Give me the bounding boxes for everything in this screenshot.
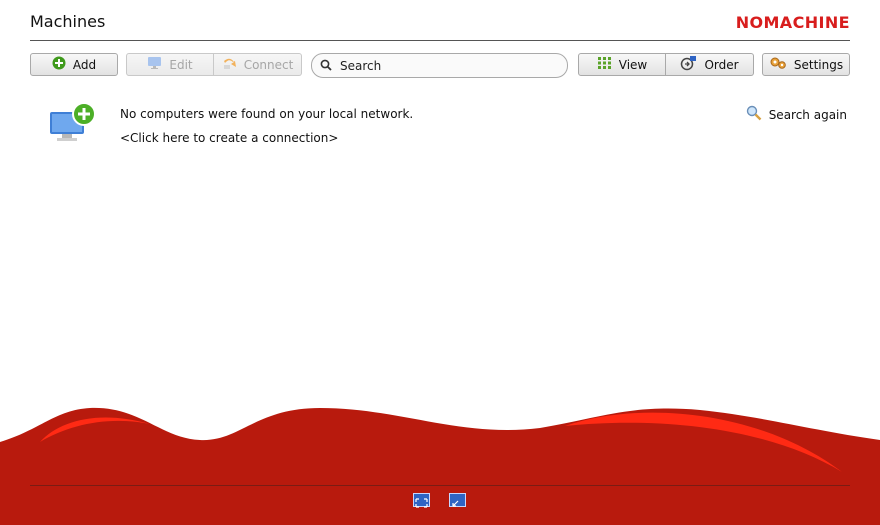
add-label: Add	[72, 57, 97, 72]
order-icon	[680, 55, 697, 74]
footer-wave	[0, 407, 880, 525]
toolbar: Add Edit Connect Search View Order Setti…	[0, 53, 880, 78]
order-button[interactable]: Order	[666, 53, 754, 76]
connect-arrow-icon	[222, 56, 237, 73]
add-button[interactable]: Add	[30, 53, 118, 76]
gears-icon	[769, 56, 787, 73]
magnifier-icon	[746, 105, 762, 124]
search-again-button[interactable]: Search again	[746, 105, 847, 124]
computer-add-icon[interactable]	[48, 102, 98, 148]
search-box[interactable]	[311, 53, 568, 78]
search-icon	[320, 56, 332, 75]
empty-message: No computers were found on your local ne…	[120, 107, 414, 121]
footer-divider	[30, 485, 850, 486]
settings-button[interactable]: Settings	[762, 53, 850, 76]
search-input[interactable]	[340, 58, 540, 73]
page-title: Machines	[30, 12, 106, 31]
restore-icon[interactable]	[449, 493, 466, 507]
connect-label: Connect	[243, 57, 294, 72]
settings-label: Settings	[793, 57, 844, 72]
view-button[interactable]: View	[578, 53, 666, 76]
search-again-label: Search again	[768, 107, 847, 122]
fullscreen-icon[interactable]	[413, 493, 430, 508]
header: Machines NOMACHINE	[30, 0, 850, 41]
view-label: View	[618, 57, 648, 72]
order-label: Order	[704, 57, 739, 72]
grid-icon	[597, 56, 612, 73]
plus-circle-icon	[52, 56, 66, 73]
monitor-icon	[147, 56, 162, 73]
machines-empty-state: No computers were found on your local ne…	[0, 100, 880, 160]
nomachine-logo: NOMACHINE	[735, 13, 850, 32]
edit-button[interactable]: Edit	[126, 53, 214, 76]
connect-button[interactable]: Connect	[214, 53, 302, 76]
edit-label: Edit	[169, 57, 193, 72]
create-connection-link[interactable]: <Click here to create a connection>	[120, 131, 338, 145]
